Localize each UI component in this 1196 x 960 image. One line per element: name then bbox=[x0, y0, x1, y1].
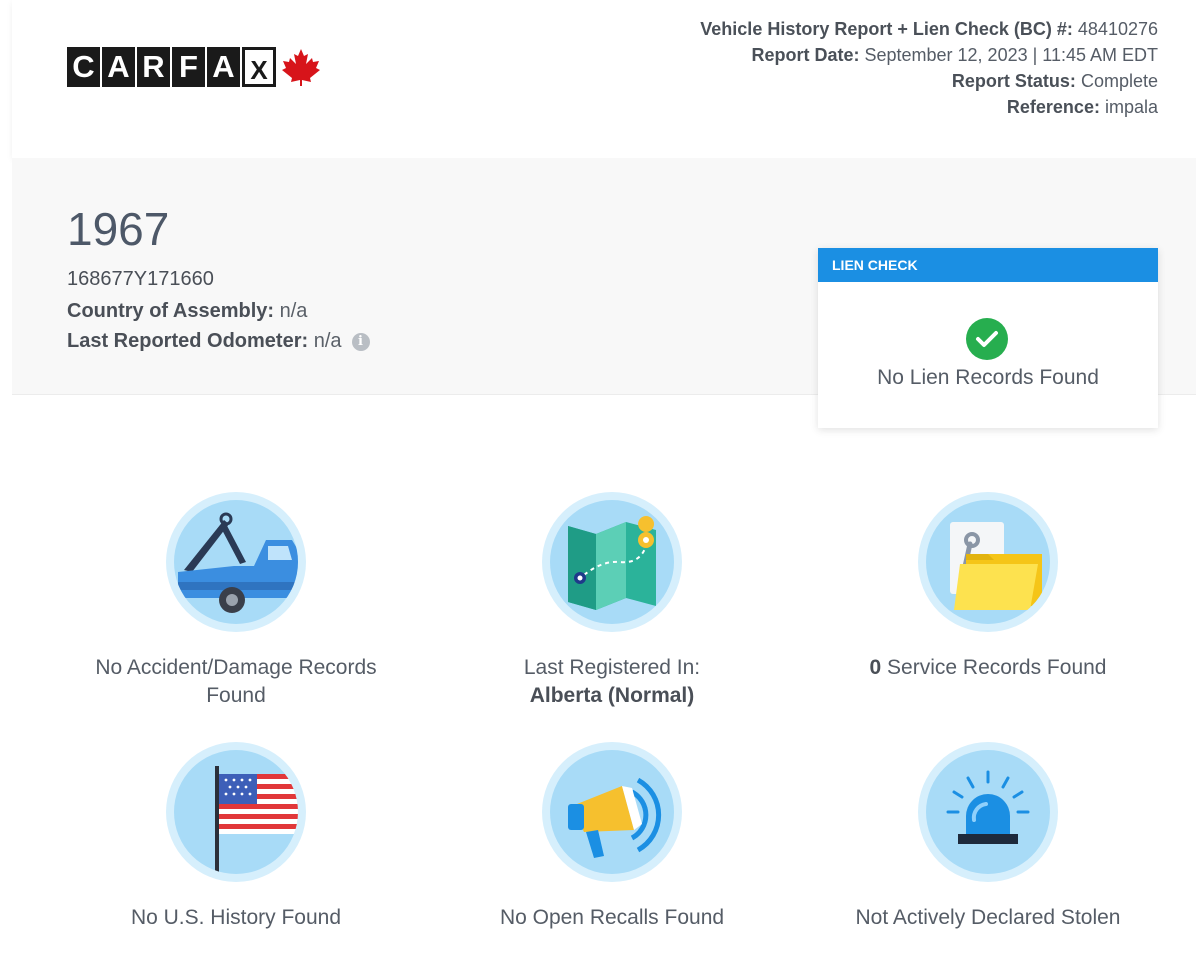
reference-row: Reference: impala bbox=[700, 94, 1158, 120]
map-icon bbox=[542, 492, 682, 632]
service-text: Service Records Found bbox=[887, 656, 1107, 679]
report-number-row: Vehicle History Report + Lien Check (BC)… bbox=[700, 16, 1158, 42]
us-flag-icon bbox=[166, 742, 306, 882]
service-records-card: 0 Service Records Found bbox=[818, 492, 1158, 682]
logo-letter: X bbox=[242, 47, 276, 87]
accident-damage-label: No Accident/Damage Records Found bbox=[66, 654, 406, 710]
carfax-logo: C A R F A X bbox=[67, 47, 322, 87]
odometer-label: Last Reported Odometer: bbox=[67, 330, 309, 352]
us-history-card: No U.S. History Found bbox=[66, 742, 406, 932]
service-records-label: 0 Service Records Found bbox=[818, 654, 1158, 682]
maple-leaf-icon bbox=[282, 49, 320, 86]
lien-check-title: LIEN CHECK bbox=[818, 248, 1158, 282]
report-date-row: Report Date: September 12, 2023 | 11:45 … bbox=[700, 42, 1158, 68]
check-circle-icon bbox=[966, 318, 1008, 360]
odometer-value: n/a bbox=[313, 330, 342, 352]
tow-truck-icon bbox=[166, 492, 306, 632]
accident-line2: Found bbox=[206, 684, 266, 707]
accident-line1: No Accident/Damage Records bbox=[95, 656, 377, 679]
us-history-label: No U.S. History Found bbox=[130, 906, 342, 929]
report-number: 48410276 bbox=[1077, 19, 1158, 39]
open-recalls-label: No Open Recalls Found bbox=[499, 906, 725, 929]
report-status: Complete bbox=[1080, 71, 1158, 91]
report-status-row: Report Status: Complete bbox=[700, 68, 1158, 94]
report-date-label: Report Date: bbox=[751, 45, 860, 65]
logo-letter: R bbox=[137, 47, 170, 87]
lien-check-card: LIEN CHECK No Lien Records Found bbox=[818, 248, 1158, 428]
logo-letter: F bbox=[172, 47, 205, 87]
lien-status-text: No Lien Records Found bbox=[877, 366, 1099, 389]
stolen-label: Not Actively Declared Stolen bbox=[855, 906, 1121, 929]
reference-value: impala bbox=[1104, 97, 1158, 117]
stolen-card: Not Actively Declared Stolen bbox=[818, 742, 1158, 932]
reference-label: Reference: bbox=[1006, 97, 1100, 117]
country-of-assembly: Country of Assembly: n/a bbox=[67, 300, 307, 323]
report-date: September 12, 2023 | 11:45 AM EDT bbox=[864, 45, 1158, 65]
open-recalls-card: No Open Recalls Found bbox=[442, 742, 782, 932]
report-header: C A R F A X Vehicle History Report + Lie… bbox=[12, 0, 1196, 158]
police-siren-icon bbox=[918, 742, 1058, 882]
report-status-label: Report Status: bbox=[951, 71, 1076, 91]
last-registered-label: Last Registered In: Alberta (Normal) bbox=[442, 654, 782, 710]
logo-letter: A bbox=[207, 47, 240, 87]
report-number-label: Vehicle History Report + Lien Check (BC)… bbox=[700, 19, 1073, 39]
vehicle-year: 1967 bbox=[67, 203, 170, 255]
registered-line1: Last Registered In: bbox=[523, 656, 701, 679]
last-reported-odometer: Last Reported Odometer: n/a i bbox=[67, 330, 370, 353]
vehicle-vin: 168677Y171660 bbox=[67, 268, 214, 290]
accident-damage-card: No Accident/Damage Records Found bbox=[66, 492, 406, 710]
logo-letter: C bbox=[67, 47, 100, 87]
megaphone-icon bbox=[542, 742, 682, 882]
report-meta: Vehicle History Report + Lien Check (BC)… bbox=[700, 16, 1158, 120]
service-folder-icon bbox=[918, 492, 1058, 632]
info-icon[interactable]: i bbox=[351, 333, 370, 351]
country-value: n/a bbox=[279, 300, 308, 322]
registered-province: Alberta (Normal) bbox=[529, 684, 695, 707]
service-count: 0 bbox=[869, 656, 882, 679]
last-registered-card: Last Registered In: Alberta (Normal) bbox=[442, 492, 782, 710]
logo-letter: A bbox=[102, 47, 135, 87]
country-label: Country of Assembly: bbox=[67, 300, 275, 322]
